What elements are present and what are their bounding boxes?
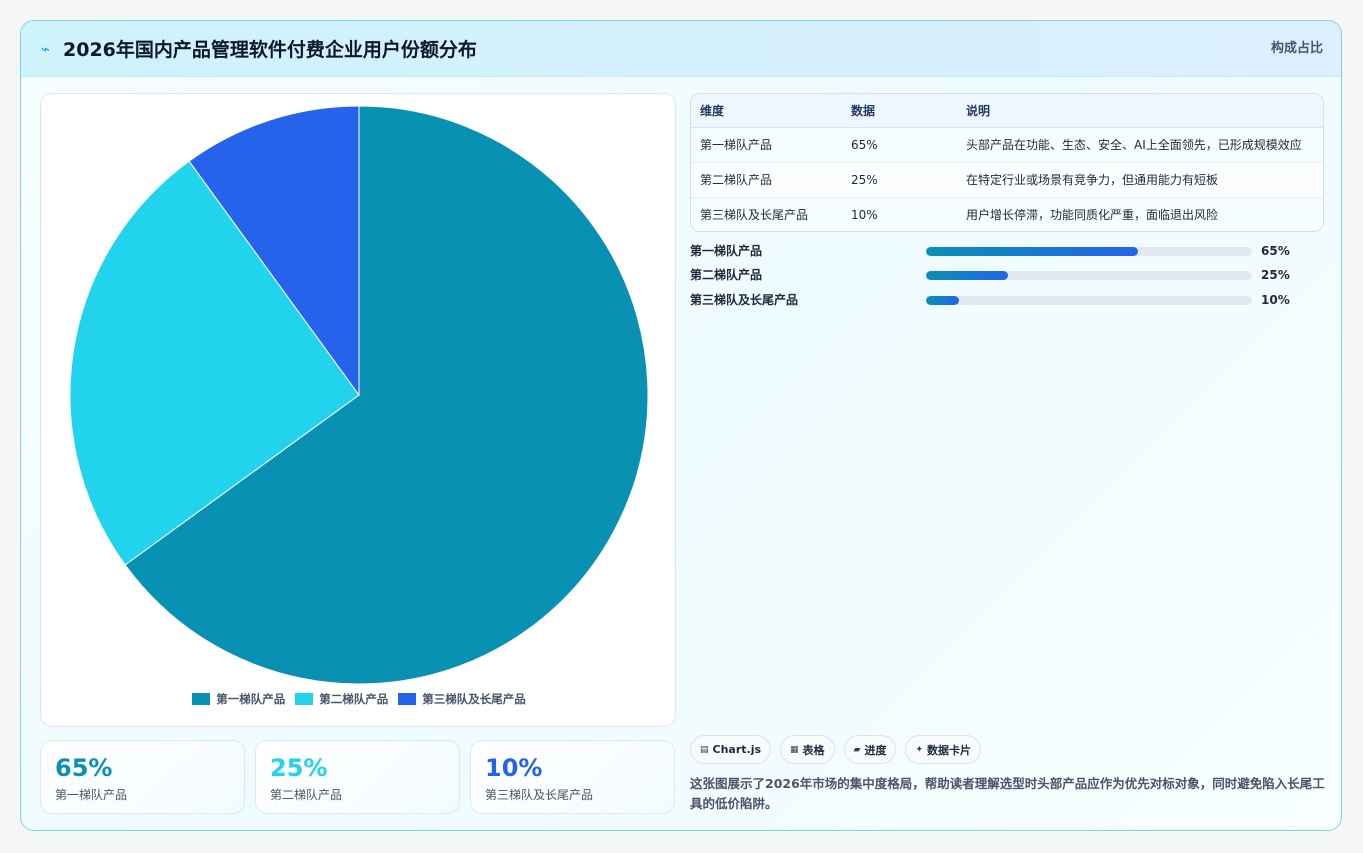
trend-icon: ⌁ (41, 40, 51, 58)
table-icon: ▦ (790, 744, 799, 755)
data-table: 维度 数据 说明 第一梯队产品 65% 头部产品在功能、生态、安全、AI上全面领… (690, 93, 1324, 232)
table-cell: 第二梯队产品 (691, 162, 842, 198)
legend-item[interactable]: 第二梯队产品 (295, 690, 388, 708)
progress-track (926, 247, 1252, 256)
table-row: 第二梯队产品 25% 在特定行业或场景有竞争力，但通用能力有短板 (691, 162, 1323, 198)
legend-item[interactable]: 第一梯队产品 (192, 690, 285, 708)
progress-value: 25% (1261, 268, 1290, 282)
pie-chart-panel: 第一梯队产品 第二梯队产品 第三梯队及长尾产品 (40, 93, 676, 727)
stat-label: 第三梯队及长尾产品 (485, 788, 594, 802)
header-tag: 构成占比 (1270, 41, 1323, 56)
legend-label: 第三梯队及长尾产品 (422, 692, 526, 706)
table-cell: 第三梯队及长尾产品 (691, 197, 842, 231)
chart-icon: ▤ (700, 744, 709, 755)
progress-label: 第三梯队及长尾产品 (690, 293, 799, 307)
table-cell: 头部产品在功能、生态、安全、AI上全面领先，已形成规模效应 (957, 127, 1323, 163)
chip-progress[interactable]: ▰ 进度 (843, 735, 897, 764)
table-header: 说明 (957, 94, 1323, 128)
progress-row-tier3: 第三梯队及长尾产品 10% (690, 291, 1324, 309)
stat-label: 第一梯队产品 (55, 788, 128, 802)
table-row: 第三梯队及长尾产品 10% 用户增长停滞，功能同质化严重，面临退出风险 (691, 197, 1323, 231)
progress-icon: ▰ (853, 744, 861, 755)
table-header-row: 维度 数据 说明 (691, 94, 1323, 128)
stat-value: 65% (55, 754, 113, 782)
table-row: 第一梯队产品 65% 头部产品在功能、生态、安全、AI上全面领先，已形成规模效应 (691, 127, 1323, 163)
chip-label: 进度 (864, 743, 887, 757)
stat-value: 25% (270, 754, 328, 782)
legend-label: 第一梯队产品 (216, 692, 286, 706)
chart-legend: 第一梯队产品 第二梯队产品 第三梯队及长尾产品 (41, 690, 677, 708)
legend-swatch (398, 693, 417, 705)
legend-swatch (295, 693, 314, 705)
chip-label: 数据卡片 (927, 743, 972, 757)
page-title: 2026年国内产品管理软件付费企业用户份额分布 (63, 39, 477, 61)
chip-label: Chart.js (712, 743, 762, 756)
progress-value: 65% (1261, 244, 1290, 258)
table-cell: 10% (842, 197, 957, 231)
progress-row-tier1: 第一梯队产品 65% (690, 242, 1324, 260)
legend-label: 第二梯队产品 (319, 692, 389, 706)
header-bar: ⌁ 2026年国内产品管理软件付费企业用户份额分布 构成占比 (21, 21, 1341, 77)
chip-table[interactable]: ▦ 表格 (780, 735, 835, 764)
progress-fill (926, 247, 1138, 256)
stat-card-tier2: 25% 第二梯队产品 (255, 740, 460, 814)
legend-item[interactable]: 第三梯队及长尾产品 (398, 690, 526, 708)
stat-card-tier3: 10% 第三梯队及长尾产品 (470, 740, 675, 814)
progress-label: 第一梯队产品 (690, 244, 763, 258)
stat-card-tier1: 65% 第一梯队产品 (40, 740, 245, 814)
table-cell: 65% (842, 127, 957, 163)
table-cell: 25% (842, 162, 957, 198)
chart-description: 这张图展示了2026年市场的集中度格局，帮助读者理解选型时头部产品应作为优先对标… (690, 776, 1325, 811)
legend-swatch (192, 693, 211, 705)
progress-label: 第二梯队产品 (690, 268, 763, 282)
tag-chips: ▤ Chart.js ▦ 表格 ▰ 进度 ✦ 数据卡片 (690, 735, 982, 765)
stat-value: 10% (485, 754, 543, 782)
chip-chartjs[interactable]: ▤ Chart.js (690, 735, 772, 764)
chip-data-card[interactable]: ✦ 数据卡片 (905, 735, 982, 764)
stat-label: 第二梯队产品 (270, 788, 343, 802)
table-cell: 在特定行业或场景有竞争力，但通用能力有短板 (957, 162, 1323, 198)
progress-track (926, 271, 1252, 280)
progress-value: 10% (1261, 293, 1290, 307)
table-cell: 用户增长停滞，功能同质化严重，面临退出风险 (957, 197, 1323, 231)
pie-chart (69, 105, 649, 684)
table-cell: 第一梯队产品 (691, 127, 842, 163)
progress-fill (926, 271, 1008, 280)
main-card: ⌁ 2026年国内产品管理软件付费企业用户份额分布 构成占比 第一梯队产品 第二梯… (20, 20, 1342, 831)
chip-label: 表格 (802, 743, 825, 757)
progress-row-tier2: 第二梯队产品 25% (690, 266, 1324, 284)
table-header: 数据 (842, 94, 957, 128)
table-header: 维度 (691, 94, 842, 128)
progress-track (926, 296, 1252, 305)
progress-fill (926, 296, 959, 305)
sparkle-icon: ✦ (915, 744, 924, 755)
